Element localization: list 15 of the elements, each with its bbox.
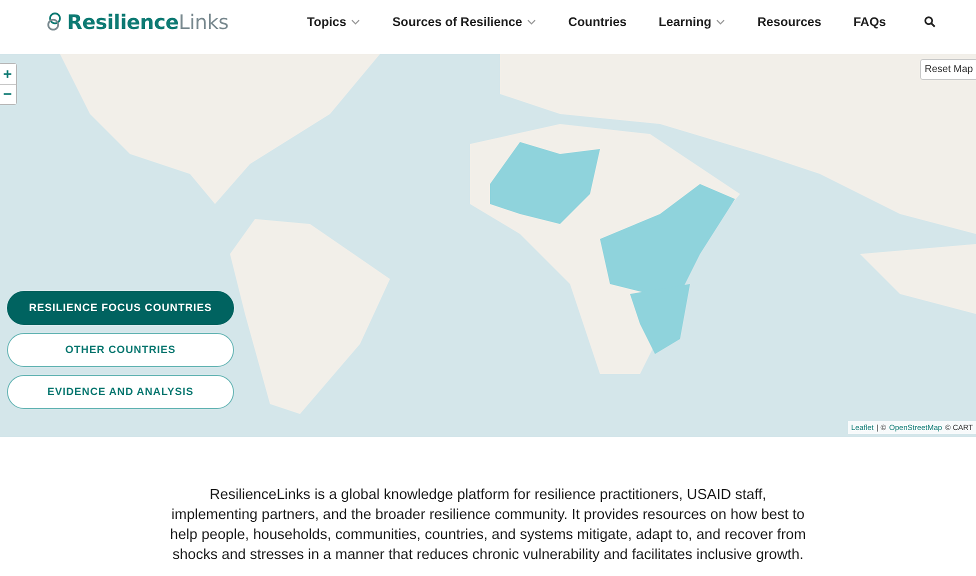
nav-link[interactable]: Countries [568,15,627,29]
nav-link[interactable]: Learning [658,15,726,29]
layer-button[interactable]: OTHER COUNTRIES [7,333,234,367]
nav-link[interactable]: Sources of Resilience [392,15,536,29]
nav-link[interactable]: FAQs [853,15,886,29]
nav-link[interactable]: Resources [757,15,822,29]
layer-button[interactable]: RESILIENCE FOCUS COUNTRIES [7,291,234,325]
search-icon[interactable] [924,16,936,28]
zoom-out-button[interactable]: − [0,84,16,104]
site-logo[interactable]: ResilienceLinks [67,10,229,34]
reset-map-button[interactable]: Reset Map [920,59,976,80]
nav-link[interactable]: Topics [306,15,360,29]
intro-paragraph: ResilienceLinks is a global knowledge platform for resilience practitioners, USAID staff, implementing partners, and the broader resilience community. It provides resources on how best to help people, households, communities, countries, and systems mitigate, adapt to, and recover from shocks and stresses in a manner that reduces chronic vulnerability and facilitates inclusive growth. [169,486,807,565]
layer-button[interactable]: EVIDENCE AND ANALYSIS [7,375,234,409]
linked-rings-icon [46,12,64,32]
